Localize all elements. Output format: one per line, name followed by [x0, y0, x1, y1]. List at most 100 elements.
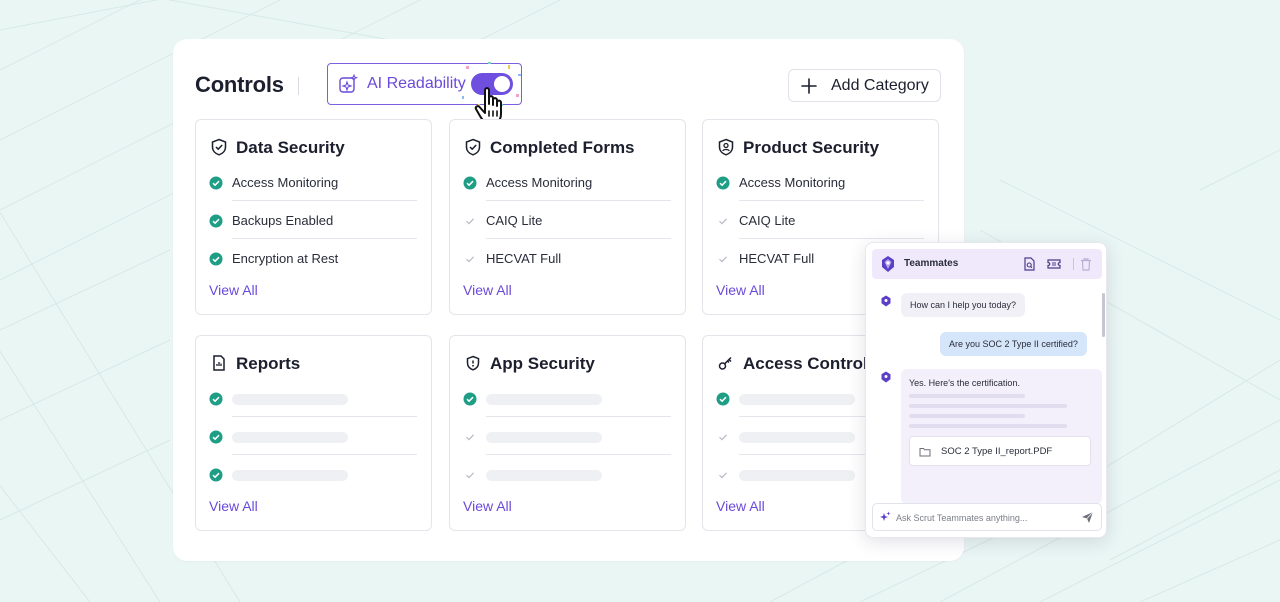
check-circle-icon: [209, 176, 223, 190]
chat-scrollbar[interactable]: [1102, 293, 1105, 337]
bot-answer-text: Yes. Here's the certification.: [909, 378, 1020, 388]
chat-input-box: [872, 503, 1102, 531]
view-all-link[interactable]: View All: [463, 282, 512, 298]
sparkle-square-icon: [339, 74, 358, 93]
control-item[interactable]: [463, 430, 671, 468]
check-circle-icon: [463, 392, 477, 406]
check-circle-icon: [209, 468, 223, 482]
loading-placeholder: [739, 432, 855, 443]
check-circle-icon: [716, 392, 730, 406]
control-item[interactable]: Access Monitoring: [716, 175, 924, 214]
ai-readability-label: AI Readability: [367, 75, 466, 92]
item-divider: [232, 238, 417, 239]
card-title: App Security: [490, 354, 595, 373]
control-card: App Security View All: [449, 335, 686, 531]
add-category-button[interactable]: Add Category: [788, 69, 941, 102]
page-title: Controls: [195, 72, 284, 97]
file-search-icon[interactable]: [1022, 257, 1036, 271]
control-item[interactable]: Backups Enabled: [209, 213, 417, 252]
control-card: Data Security Access Monitoring Backups En…: [195, 119, 432, 315]
check-icon: [466, 472, 475, 479]
text-placeholder-line: [909, 424, 1067, 428]
check-icon: [719, 434, 728, 441]
controls-panel: Controls AI Readability Add Category Dat…: [173, 39, 964, 561]
control-item-label: HECVAT Full: [739, 251, 815, 266]
item-divider: [486, 200, 671, 201]
control-item-label: Access Monitoring: [486, 175, 593, 190]
attachment-file[interactable]: SOC 2 Type II_report.PDF: [909, 436, 1091, 466]
control-item-label: CAIQ Lite: [739, 213, 796, 228]
check-icon: [719, 472, 728, 479]
teammates-chat-panel: Teammates How can I help you today? Are …: [865, 242, 1107, 538]
header-divider: [1073, 258, 1074, 270]
control-item-label: CAIQ Lite: [486, 213, 543, 228]
check-circle-icon: [209, 252, 223, 266]
teammates-logo-icon: [882, 256, 894, 272]
item-divider: [739, 238, 924, 239]
loading-placeholder: [232, 394, 348, 405]
card-title: Data Security: [236, 138, 345, 157]
bot-avatar-icon: [881, 295, 891, 307]
title-divider: [298, 77, 299, 95]
plus-icon: [801, 78, 817, 94]
check-circle-icon: [463, 176, 477, 190]
card-title: Product Security: [743, 138, 880, 157]
item-divider: [486, 454, 671, 455]
control-item[interactable]: [209, 430, 417, 468]
view-all-link[interactable]: View All: [463, 498, 512, 514]
loading-placeholder: [739, 394, 855, 405]
folder-icon: [919, 448, 931, 457]
chat-title: Teammates: [904, 258, 959, 269]
control-item[interactable]: Access Monitoring: [209, 175, 417, 214]
check-circle-icon: [209, 214, 223, 228]
control-item[interactable]: CAIQ Lite: [463, 213, 671, 252]
text-placeholder-line: [909, 414, 1025, 418]
loading-placeholder: [486, 394, 602, 405]
loading-placeholder: [486, 470, 602, 481]
trash-icon[interactable]: [1079, 257, 1093, 271]
control-item-label: Encryption at Rest: [232, 251, 339, 266]
check-circle-icon: [209, 392, 223, 406]
key-icon: [718, 356, 732, 370]
view-all-link[interactable]: View All: [209, 498, 258, 514]
check-circle-icon: [209, 430, 223, 444]
shield-check-icon: [211, 138, 227, 156]
ticket-icon[interactable]: [1047, 257, 1061, 271]
attachment-name: SOC 2 Type II_report.PDF: [941, 446, 1053, 457]
check-icon: [466, 218, 475, 225]
user-message: Are you SOC 2 Type II certified?: [940, 332, 1087, 356]
bot-message: How can I help you today?: [901, 293, 1026, 317]
check-icon: [466, 256, 475, 263]
chat-input[interactable]: [896, 511, 1076, 525]
send-icon[interactable]: [1081, 511, 1094, 524]
check-circle-icon: [716, 176, 730, 190]
item-divider: [232, 200, 417, 201]
view-all-link[interactable]: View All: [716, 498, 765, 514]
view-all-link[interactable]: View All: [716, 282, 765, 298]
sparkle-icon: [880, 511, 891, 521]
check-icon: [466, 434, 475, 441]
item-divider: [232, 454, 417, 455]
shield-check-icon: [465, 138, 481, 156]
check-icon: [719, 256, 728, 263]
text-placeholder-line: [909, 404, 1067, 408]
loading-placeholder: [739, 470, 855, 481]
control-item-label: Access Monitoring: [739, 175, 846, 190]
control-item-label: HECVAT Full: [486, 251, 562, 266]
add-category-label: Add Category: [831, 77, 929, 94]
control-item[interactable]: [209, 392, 417, 430]
card-title: Reports: [236, 354, 301, 373]
bot-answer-message: Yes. Here's the certification. SOC 2 Typ…: [901, 369, 1102, 504]
view-all-link[interactable]: View All: [209, 282, 258, 298]
loading-placeholder: [232, 432, 348, 443]
shield-alert-icon: [466, 355, 480, 371]
control-card: Reports View All: [195, 335, 432, 531]
control-item[interactable]: [463, 392, 671, 430]
item-divider: [486, 416, 671, 417]
control-card: Completed Forms Access Monitoring CAIQ Lit…: [449, 119, 686, 315]
card-title: Completed Forms: [490, 138, 635, 157]
loading-placeholder: [486, 432, 602, 443]
control-item-label: Backups Enabled: [232, 213, 334, 228]
card-title: Access Controls: [743, 354, 878, 373]
control-item[interactable]: Access Monitoring: [463, 175, 671, 214]
